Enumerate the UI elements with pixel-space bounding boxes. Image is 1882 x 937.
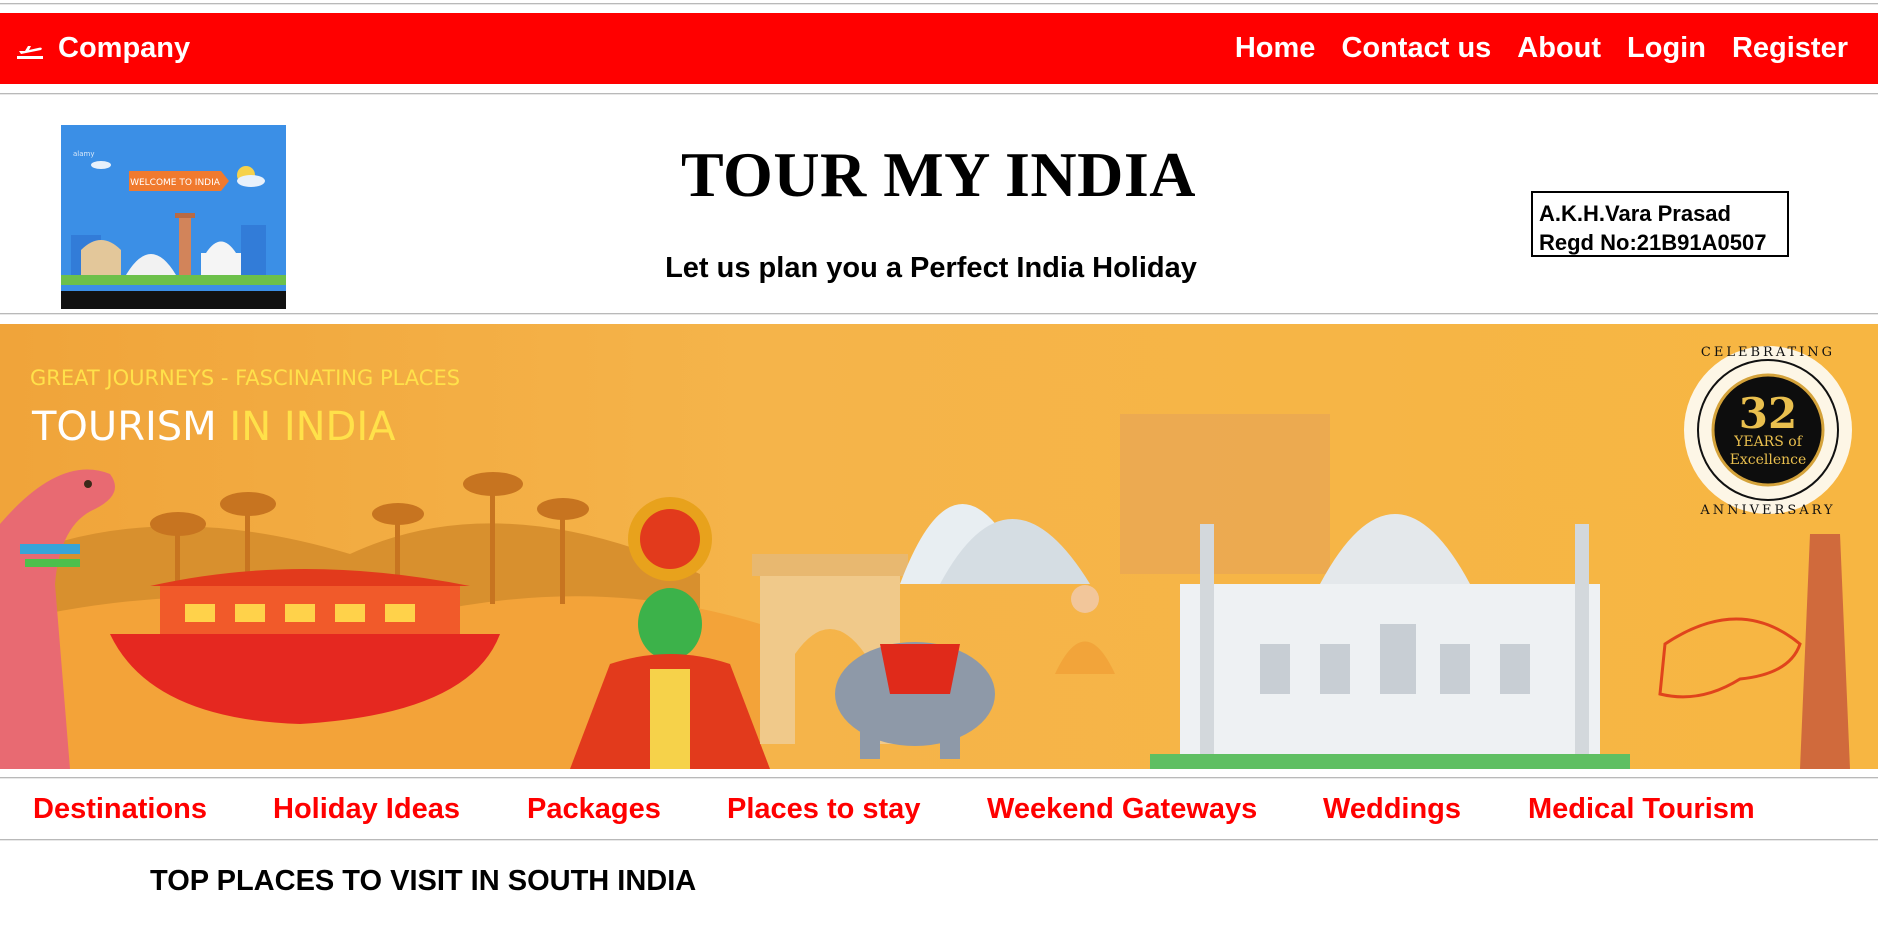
brand-name: Company bbox=[58, 32, 191, 64]
main-nav: Home Contact us About Login Register bbox=[1209, 13, 1848, 84]
category-weddings[interactable]: Weddings bbox=[1323, 793, 1461, 826]
banner-tagline: GREAT JOURNEYS - FASCINATING PLACES bbox=[30, 366, 460, 390]
brand-link[interactable]: Company bbox=[16, 13, 190, 84]
badge-ring-bottom: ANNIVERSARY bbox=[1699, 503, 1835, 518]
category-weekend-gateways[interactable]: Weekend Gateways bbox=[987, 793, 1257, 826]
badge-number: 32 bbox=[1739, 389, 1797, 438]
nav-about[interactable]: About bbox=[1517, 32, 1601, 65]
nav-home[interactable]: Home bbox=[1235, 32, 1316, 65]
badge-ring-top: CELEBRATING bbox=[1701, 345, 1835, 360]
nav-register[interactable]: Register bbox=[1732, 32, 1848, 65]
plane-icon bbox=[17, 45, 43, 59]
category-medical-tourism[interactable]: Medical Tourism bbox=[1528, 793, 1755, 826]
category-places-to-stay[interactable]: Places to stay bbox=[727, 793, 920, 826]
divider bbox=[0, 93, 1878, 95]
badge-line2: Excellence bbox=[1730, 452, 1807, 468]
student-name: A.K.H.Vara Prasad bbox=[1539, 201, 1731, 226]
tourism-banner: CELEBRATING ANNIVERSARY 32 YEARS of Exce… bbox=[0, 324, 1878, 769]
badge-line1: YEARS of bbox=[1733, 434, 1804, 450]
category-holiday-ideas[interactable]: Holiday Ideas bbox=[273, 793, 460, 826]
top-divider bbox=[0, 3, 1878, 5]
nav-contact-us[interactable]: Contact us bbox=[1341, 32, 1491, 65]
category-destinations[interactable]: Destinations bbox=[33, 793, 207, 826]
top-navbar: Company Home Contact us About Login Regi… bbox=[0, 13, 1878, 84]
divider bbox=[0, 313, 1878, 315]
banner-heading: TOURISM IN INDIA bbox=[31, 404, 396, 450]
nav-login[interactable]: Login bbox=[1627, 32, 1706, 65]
category-packages[interactable]: Packages bbox=[527, 793, 661, 826]
student-regd: Regd No:21B91A0507 bbox=[1539, 230, 1767, 255]
student-info-box: A.K.H.Vara Prasad Regd No:21B91A0507 bbox=[1531, 191, 1789, 257]
category-nav: Destinations Holiday Ideas Packages Plac… bbox=[0, 778, 1878, 840]
section-heading: TOP PLACES TO VISIT IN SOUTH INDIA bbox=[150, 865, 697, 897]
